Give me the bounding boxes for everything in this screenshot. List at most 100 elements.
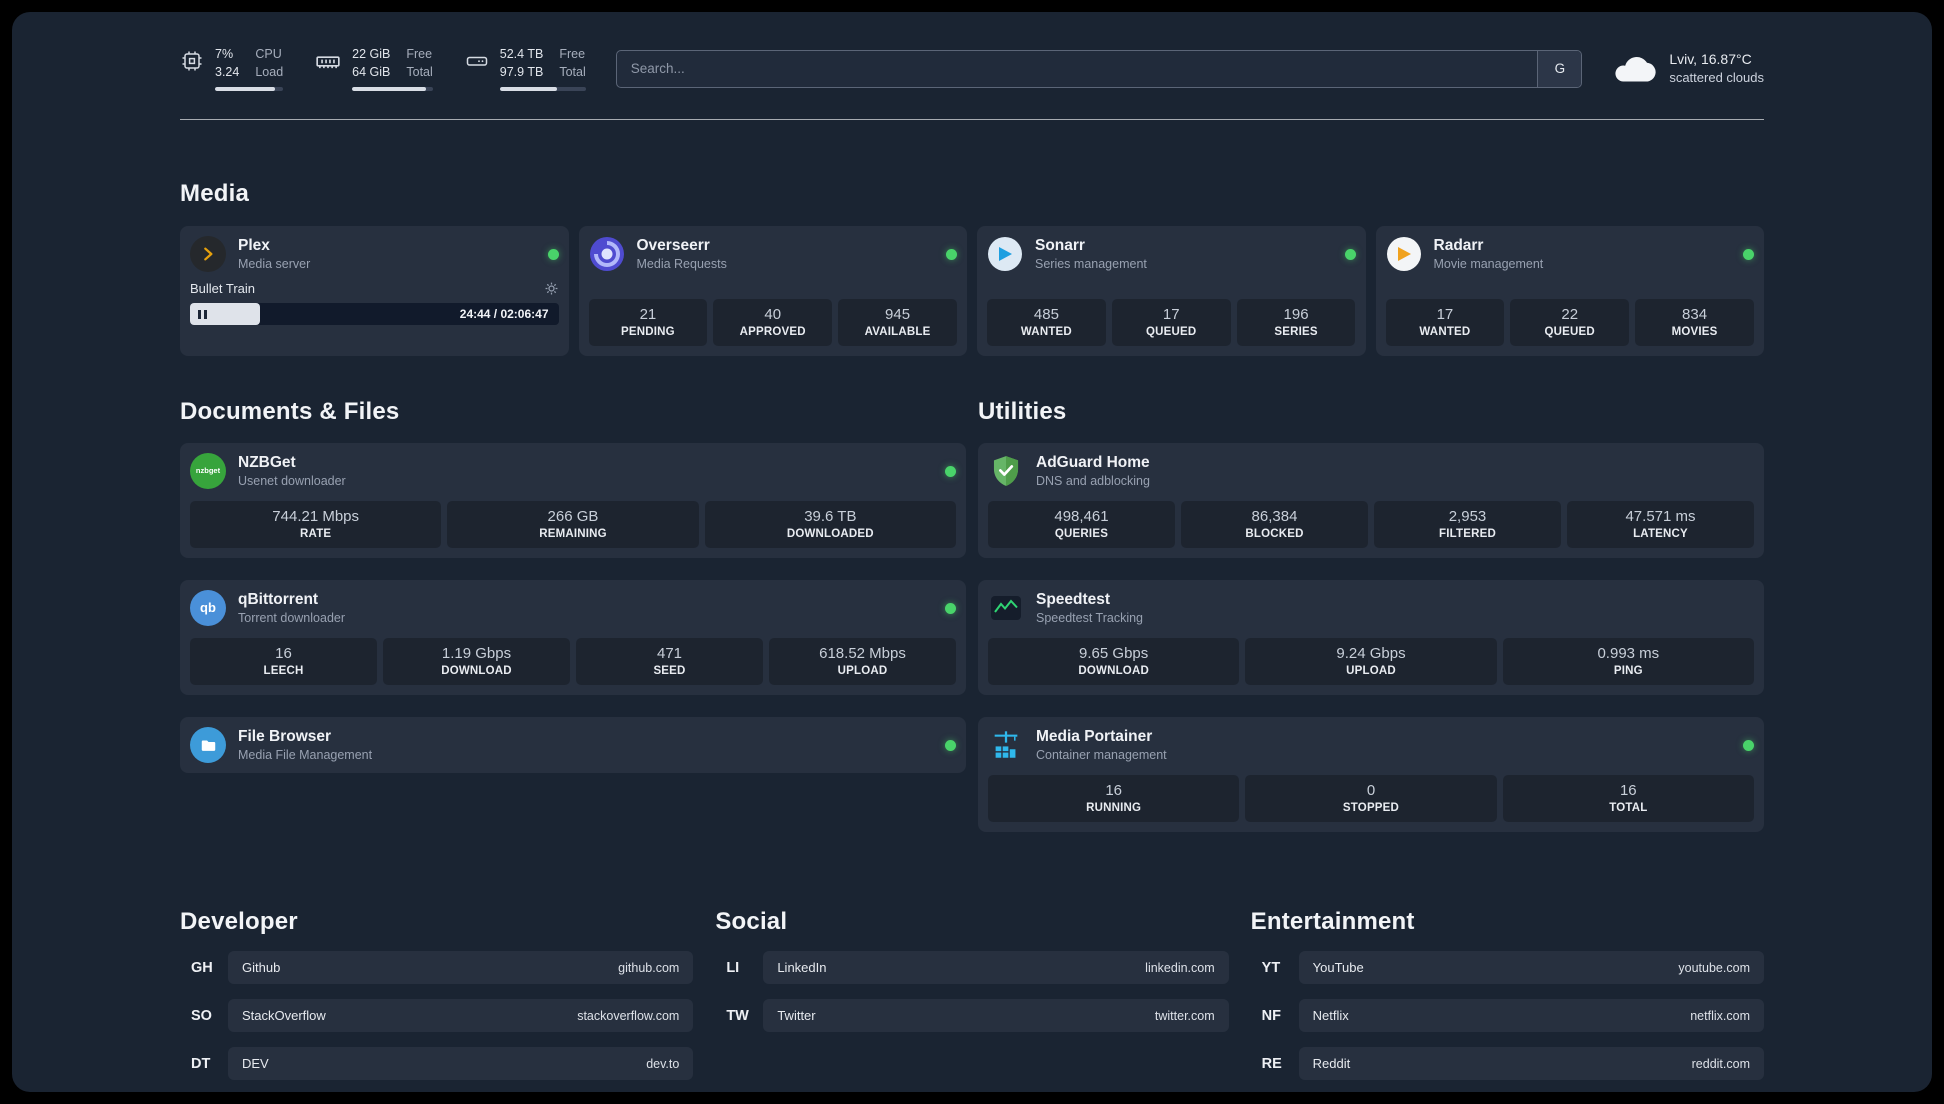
bookmark-github: GH Github github.com bbox=[180, 951, 694, 984]
filebrowser-app-link[interactable]: File Browser Media File Management bbox=[190, 727, 956, 763]
bookmark-url: netflix.com bbox=[1690, 1008, 1750, 1023]
radarr-app-link[interactable]: Radarr Movie management bbox=[1386, 236, 1754, 272]
bookmark-url: stackoverflow.com bbox=[577, 1008, 680, 1023]
stat-label: SERIES bbox=[1274, 326, 1318, 338]
app-name: Plex bbox=[238, 237, 270, 254]
bookmark-link-linkedin[interactable]: LinkedIn linkedin.com bbox=[763, 951, 1229, 984]
bookmark-link-twitter[interactable]: Twitter twitter.com bbox=[763, 999, 1229, 1032]
stat-tile-running: 16 RUNNING bbox=[988, 775, 1240, 822]
filebrowser-icon bbox=[190, 727, 226, 763]
stat-label: DOWNLOAD bbox=[441, 665, 512, 677]
status-dot bbox=[1344, 248, 1356, 260]
plex-icon bbox=[190, 236, 226, 272]
search-input[interactable] bbox=[616, 50, 1538, 87]
bookmark-link-dev[interactable]: DEV dev.to bbox=[228, 1047, 694, 1080]
bookmark-url: dev.to bbox=[646, 1056, 680, 1071]
app-desc: Container management bbox=[1036, 748, 1167, 762]
nzbget-app-link[interactable]: nzbget NZBGet Usenet downloader bbox=[190, 453, 956, 489]
stat-label: PING bbox=[1613, 665, 1643, 677]
stat-label: WANTED bbox=[1419, 326, 1471, 338]
stat-tile-approved: 40 APPROVED bbox=[713, 299, 833, 346]
search-engine-button[interactable]: G bbox=[1537, 50, 1582, 87]
app-desc: Media File Management bbox=[238, 748, 373, 762]
plex-app-link[interactable]: Plex Media server bbox=[190, 236, 559, 272]
stat-label: PENDING bbox=[621, 326, 675, 338]
stat-tile-stopped: 0 STOPPED bbox=[1245, 775, 1497, 822]
stat-label: UPLOAD bbox=[1346, 665, 1396, 677]
radarr-card: Radarr Movie management 17 WANTED 22 QUE… bbox=[1375, 226, 1764, 356]
memory-free-value: 22 GiB bbox=[352, 47, 391, 61]
stat-tile-queued: 17 QUEUED bbox=[1111, 299, 1231, 346]
bookmark-link-github[interactable]: Github github.com bbox=[228, 951, 694, 984]
stat-value: 40 bbox=[764, 306, 782, 323]
cpu-progress-bar bbox=[215, 87, 284, 91]
stat-value: 47.571 ms bbox=[1625, 508, 1696, 525]
disk-free-label: Free bbox=[559, 47, 586, 61]
section-title-developer: Developer bbox=[180, 908, 298, 935]
sonarr-app-link[interactable]: Sonarr Series management bbox=[987, 236, 1356, 272]
status-dot bbox=[945, 465, 956, 477]
overseerr-card: Overseerr Media Requests 21 PENDING 40 A… bbox=[578, 226, 967, 356]
pause-icon[interactable] bbox=[198, 309, 207, 319]
stat-value: 22 bbox=[1561, 306, 1579, 323]
settings-gear-icon[interactable] bbox=[544, 281, 559, 296]
stat-tile-seed: 471 SEED bbox=[576, 638, 763, 685]
stat-tile-filtered: 2,953 FILTERED bbox=[1374, 501, 1561, 548]
bookmark-abbr: DT bbox=[191, 1055, 211, 1072]
adguard-app-link[interactable]: AdGuard Home DNS and adblocking bbox=[988, 453, 1754, 489]
bookmark-link-youtube[interactable]: YouTube youtube.com bbox=[1298, 951, 1764, 984]
stat-label: LATENCY bbox=[1633, 528, 1688, 540]
app-name: File Browser bbox=[238, 728, 332, 745]
bookmark-link-reddit[interactable]: Reddit reddit.com bbox=[1298, 1047, 1764, 1080]
playback-progress-bar[interactable]: 24:44 / 02:06:47 bbox=[190, 303, 559, 325]
stat-label: QUEUED bbox=[1146, 326, 1197, 338]
bookmark-stackoverflow: SO StackOverflow stackoverflow.com bbox=[180, 999, 694, 1032]
app-desc: Speedtest Tracking bbox=[1036, 611, 1144, 625]
app-desc: Torrent downloader bbox=[238, 611, 346, 625]
app-name: NZBGet bbox=[238, 454, 296, 471]
stat-tile-movies: 834 MOVIES bbox=[1635, 299, 1754, 346]
bookmark-abbr: SO bbox=[191, 1007, 212, 1024]
disk-total-label: Total bbox=[559, 64, 586, 79]
bookmark-youtube: YT YouTube youtube.com bbox=[1251, 951, 1764, 984]
cpu-icon bbox=[180, 49, 204, 73]
stat-tile-wanted: 485 WANTED bbox=[987, 299, 1106, 346]
nzbget-card: nzbget NZBGet Usenet downloader 744.21 M… bbox=[180, 443, 966, 558]
qbittorrent-app-link[interactable]: qb qBittorrent Torrent downloader bbox=[190, 590, 956, 626]
stat-tile-ping: 0.993 ms PING bbox=[1502, 638, 1754, 685]
app-desc: Media server bbox=[238, 257, 311, 271]
stat-tile-upload: 9.24 Gbps UPLOAD bbox=[1245, 638, 1497, 685]
memory-icon bbox=[315, 49, 341, 75]
stat-value: 16 bbox=[1619, 782, 1637, 799]
bookmark-name: Github bbox=[242, 960, 281, 975]
app-name: Sonarr bbox=[1035, 237, 1085, 254]
top-bar: 7% 3.24 CPU Load 22 GiB 64 GiB Free Tota… bbox=[12, 12, 1932, 91]
overseerr-app-link[interactable]: Overseerr Media Requests bbox=[589, 236, 957, 272]
stat-label: QUEUED bbox=[1544, 326, 1595, 338]
app-name: Media Portainer bbox=[1036, 728, 1153, 745]
bookmark-abbr: YT bbox=[1261, 959, 1281, 976]
bookmark-name: LinkedIn bbox=[777, 960, 827, 975]
status-dot bbox=[1743, 248, 1754, 260]
bookmark-name: Twitter bbox=[777, 1008, 816, 1023]
stat-tile-leech: 16 LEECH bbox=[190, 638, 377, 685]
stat-value: 17 bbox=[1162, 306, 1180, 323]
stat-value: 834 bbox=[1682, 306, 1708, 323]
overseerr-icon bbox=[589, 236, 625, 272]
stat-label: TOTAL bbox=[1609, 802, 1648, 814]
stat-tile-rate: 744.21 Mbps RATE bbox=[190, 501, 442, 548]
dashboard: 7% 3.24 CPU Load 22 GiB 64 GiB Free Tota… bbox=[12, 12, 1932, 1092]
stat-label: LEECH bbox=[263, 665, 304, 677]
bookmark-link-netflix[interactable]: Netflix netflix.com bbox=[1298, 999, 1764, 1032]
app-desc: Usenet downloader bbox=[238, 474, 346, 488]
app-desc: Movie management bbox=[1433, 257, 1544, 271]
search-bar: G bbox=[615, 49, 1583, 88]
stat-tile-total: 16 TOTAL bbox=[1502, 775, 1754, 822]
portainer-app-link[interactable]: Media Portainer Container management bbox=[988, 727, 1754, 763]
bookmark-abbr: RE bbox=[1261, 1055, 1282, 1072]
speedtest-app-link[interactable]: Speedtest Speedtest Tracking bbox=[988, 590, 1754, 626]
stat-label: BLOCKED bbox=[1245, 528, 1304, 540]
stat-value: 498,461 bbox=[1054, 508, 1109, 525]
stat-value: 16 bbox=[275, 645, 292, 662]
bookmark-link-stackoverflow[interactable]: StackOverflow stackoverflow.com bbox=[228, 999, 694, 1032]
